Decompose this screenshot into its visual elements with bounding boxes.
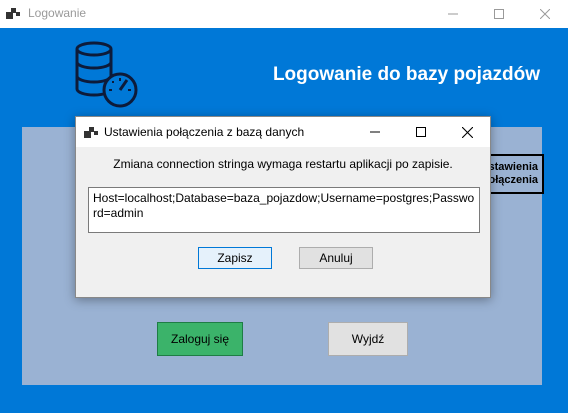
connection-string-input[interactable]: Host=localhost;Database=baza_pojazdow;Us… (88, 187, 480, 233)
minimize-button[interactable] (430, 0, 476, 28)
minimize-icon (370, 131, 380, 133)
dialog-maximize-button[interactable] (398, 117, 444, 147)
dialog-message: Zmiana connection stringa wymaga restart… (113, 157, 453, 171)
exit-button-label: Wyjdź (351, 332, 385, 346)
maximize-icon (416, 127, 426, 137)
login-button-label: Zaloguj się (170, 332, 230, 346)
dialog-title: Ustawienia połączenia z bazą danych (104, 125, 305, 139)
cancel-button-label: Anuluj (319, 251, 353, 265)
exit-button[interactable]: Wyjdź (328, 322, 408, 356)
cancel-button[interactable]: Anuluj (299, 247, 373, 269)
app-window-icon (84, 127, 98, 138)
login-button[interactable]: Zaloguj się (157, 322, 243, 356)
close-icon (540, 9, 550, 19)
dialog-close-button[interactable] (444, 117, 490, 147)
maximize-button[interactable] (476, 0, 522, 28)
window-title: Logowanie (28, 6, 87, 20)
connection-settings-dialog: Ustawienia połączenia z bazą danych Zmia… (75, 116, 491, 298)
minimize-icon (448, 13, 458, 15)
close-button[interactable] (522, 0, 568, 28)
page-title: Logowanie do bazy pojazdów (272, 64, 540, 85)
save-button-label: Zapisz (217, 251, 253, 265)
close-icon (461, 126, 473, 138)
app-window-icon (6, 8, 20, 19)
save-button[interactable]: Zapisz (198, 247, 272, 269)
dialog-minimize-button[interactable] (352, 117, 398, 147)
dialog-titlebar: Ustawienia połączenia z bazą danych (76, 117, 490, 147)
window-titlebar: Logowanie (0, 0, 568, 28)
maximize-icon (494, 9, 504, 19)
